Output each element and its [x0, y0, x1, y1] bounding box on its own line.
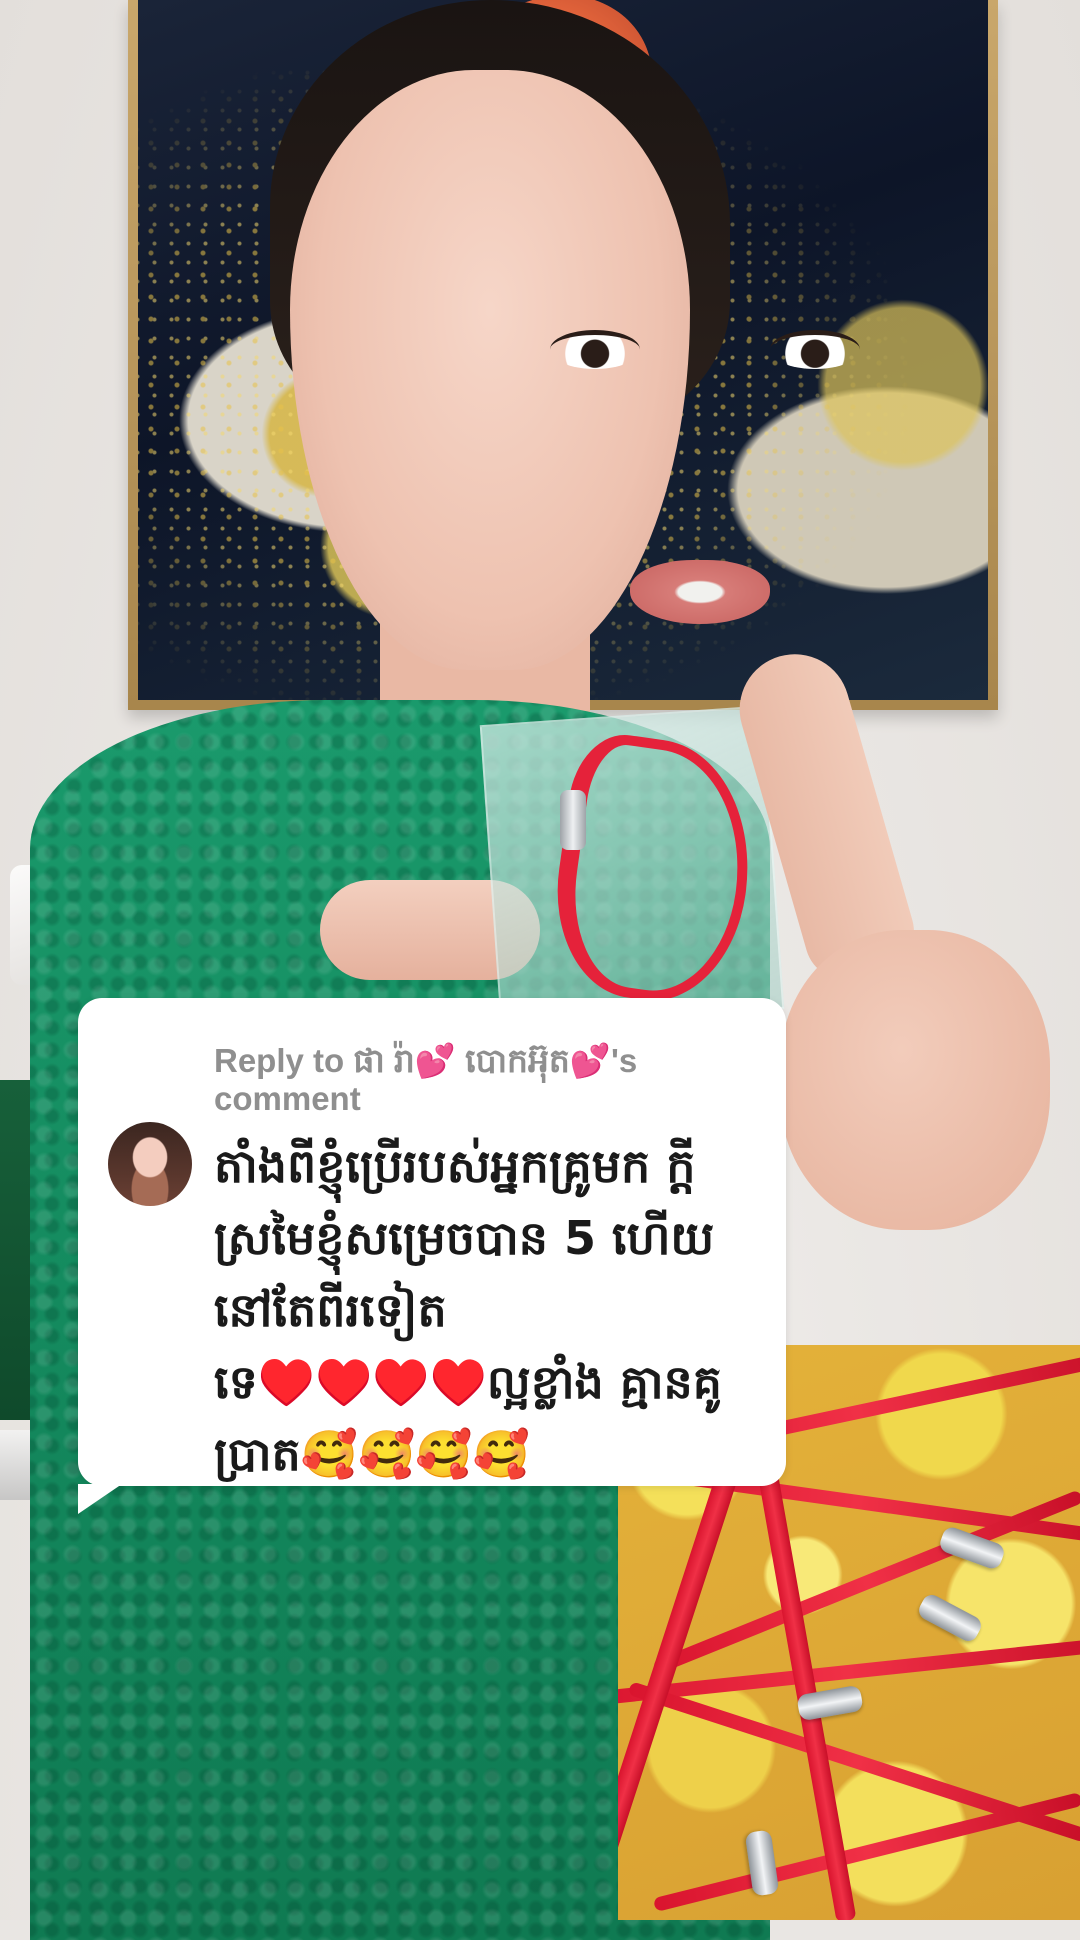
silver-clasp — [915, 1591, 985, 1645]
presenter-eye-left — [550, 330, 640, 369]
reply-comment-card[interactable]: Reply to ផា រ៉ា💕 បោកអ៊ុត💕's comment តាំង… — [78, 998, 786, 1514]
presenter-lips — [630, 560, 770, 624]
comment-text: តាំងពីខ្ញុំប្រើរបស់អ្នកគ្រូមក ក្តីស្រមៃខ… — [214, 1139, 722, 1481]
presenter-face — [290, 70, 690, 670]
red-thread-strand — [652, 1791, 1080, 1913]
presenter-right-hand — [780, 930, 1050, 1230]
commenter-avatar[interactable] — [108, 1122, 192, 1206]
presenter-eye-right — [770, 330, 860, 369]
reply-to-header: Reply to ផា រ៉ា💕 បោកអ៊ុត💕's comment — [214, 1042, 638, 1117]
silver-clasp — [560, 790, 586, 850]
